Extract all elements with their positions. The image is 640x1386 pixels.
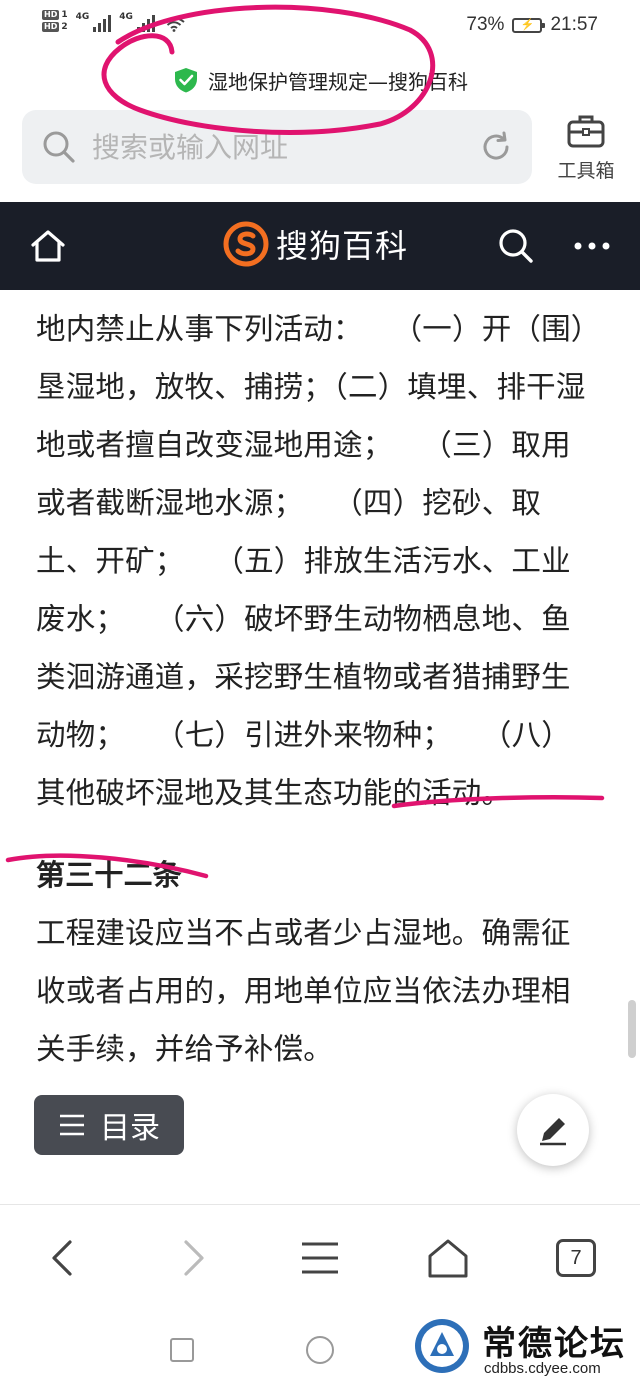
watermark-title: 常德论坛	[482, 1324, 626, 1364]
toolbox-button[interactable]: 工具箱	[548, 110, 624, 190]
article-section-title: 第三十二条	[36, 858, 183, 892]
toc-label: 目录	[100, 1111, 160, 1146]
chevron-right-icon	[184, 1240, 204, 1276]
sogou-logo-icon	[223, 221, 269, 267]
forward-button[interactable]	[168, 1234, 216, 1282]
wifi-icon	[163, 17, 185, 32]
watermark-url: cdbbs.cdyee.com	[484, 1360, 601, 1377]
battery-icon: ⚡	[512, 17, 546, 33]
sim-indicators: HD 1 HD 2	[42, 10, 68, 32]
network-2-label: 4G	[119, 12, 133, 22]
page-title-row: 湿地保护管理规定—搜狗百科	[0, 60, 640, 100]
article-paragraph: 工程建设应当不占或者少占湿地。确需征收或者占用的，用地单位应当依法办理相关手续，…	[36, 916, 571, 1066]
recent-apps-icon[interactable]	[170, 1338, 194, 1362]
watermark-seal-icon	[415, 1319, 469, 1373]
status-left: HD 1 HD 2 4G 4G	[42, 10, 185, 32]
menu-lines-icon	[60, 1114, 84, 1136]
menu-icon	[302, 1242, 338, 1274]
more-options-icon[interactable]	[572, 240, 612, 252]
sim1-hd: HD	[42, 10, 60, 20]
url-input[interactable]	[92, 130, 478, 164]
status-bar: HD 1 HD 2 4G 4G 73% ⚡ 21:57	[0, 0, 640, 56]
status-right: 73% ⚡ 21:57	[466, 14, 598, 36]
sim2-indicator: HD 2	[42, 22, 68, 32]
home-icon[interactable]	[28, 226, 68, 266]
battery-percent: 73%	[466, 14, 505, 35]
pencil-icon	[540, 1118, 566, 1146]
signal-1-icon: 4G	[76, 12, 112, 32]
toc-button[interactable]: 目录	[34, 1095, 184, 1155]
back-button[interactable]	[40, 1234, 88, 1282]
tabs-button[interactable]: 7	[552, 1234, 600, 1282]
home-outline-icon	[428, 1239, 468, 1278]
edit-button[interactable]	[517, 1094, 589, 1166]
signal-2-icon: 4G	[119, 12, 155, 32]
article-paragraph: 地内禁止从事下列活动： （一）开（围）垦湿地，放牧、捕捞；（二）填埋、排干湿地或…	[36, 312, 586, 810]
article-body: 地内禁止从事下列活动： （一）开（围）垦湿地，放牧、捕捞；（二）填埋、排干湿地或…	[36, 300, 596, 1078]
address-bar[interactable]	[22, 110, 532, 184]
chevron-left-icon	[52, 1240, 72, 1276]
tab-count-badge: 7	[556, 1239, 596, 1277]
site-logo-text: 搜狗百科	[276, 227, 409, 265]
sim1-number: 1	[61, 10, 68, 20]
search-icon	[43, 131, 75, 163]
system-home-icon[interactable]	[306, 1336, 334, 1364]
scroll-handle[interactable]	[628, 1000, 636, 1058]
clock: 21:57	[550, 14, 598, 35]
sim1-indicator: HD 1	[42, 10, 68, 20]
menu-button[interactable]	[296, 1234, 344, 1282]
sim2-number: 2	[61, 22, 68, 32]
toolbox-label: 工具箱	[557, 160, 615, 182]
header-search-icon[interactable]	[496, 226, 536, 266]
watermark: 常德论坛 cdbbs.cdyee.com	[412, 1312, 640, 1386]
home-nav-button[interactable]	[424, 1234, 472, 1282]
site-logo[interactable]: 搜狗百科	[222, 220, 408, 268]
sim2-hd: HD	[42, 22, 60, 32]
toolbox-icon	[567, 115, 605, 148]
secure-shield-icon	[175, 68, 197, 93]
page-title: 湿地保护管理规定—搜狗百科	[208, 69, 468, 94]
network-1-label: 4G	[75, 12, 90, 22]
reload-icon[interactable]	[478, 129, 514, 165]
